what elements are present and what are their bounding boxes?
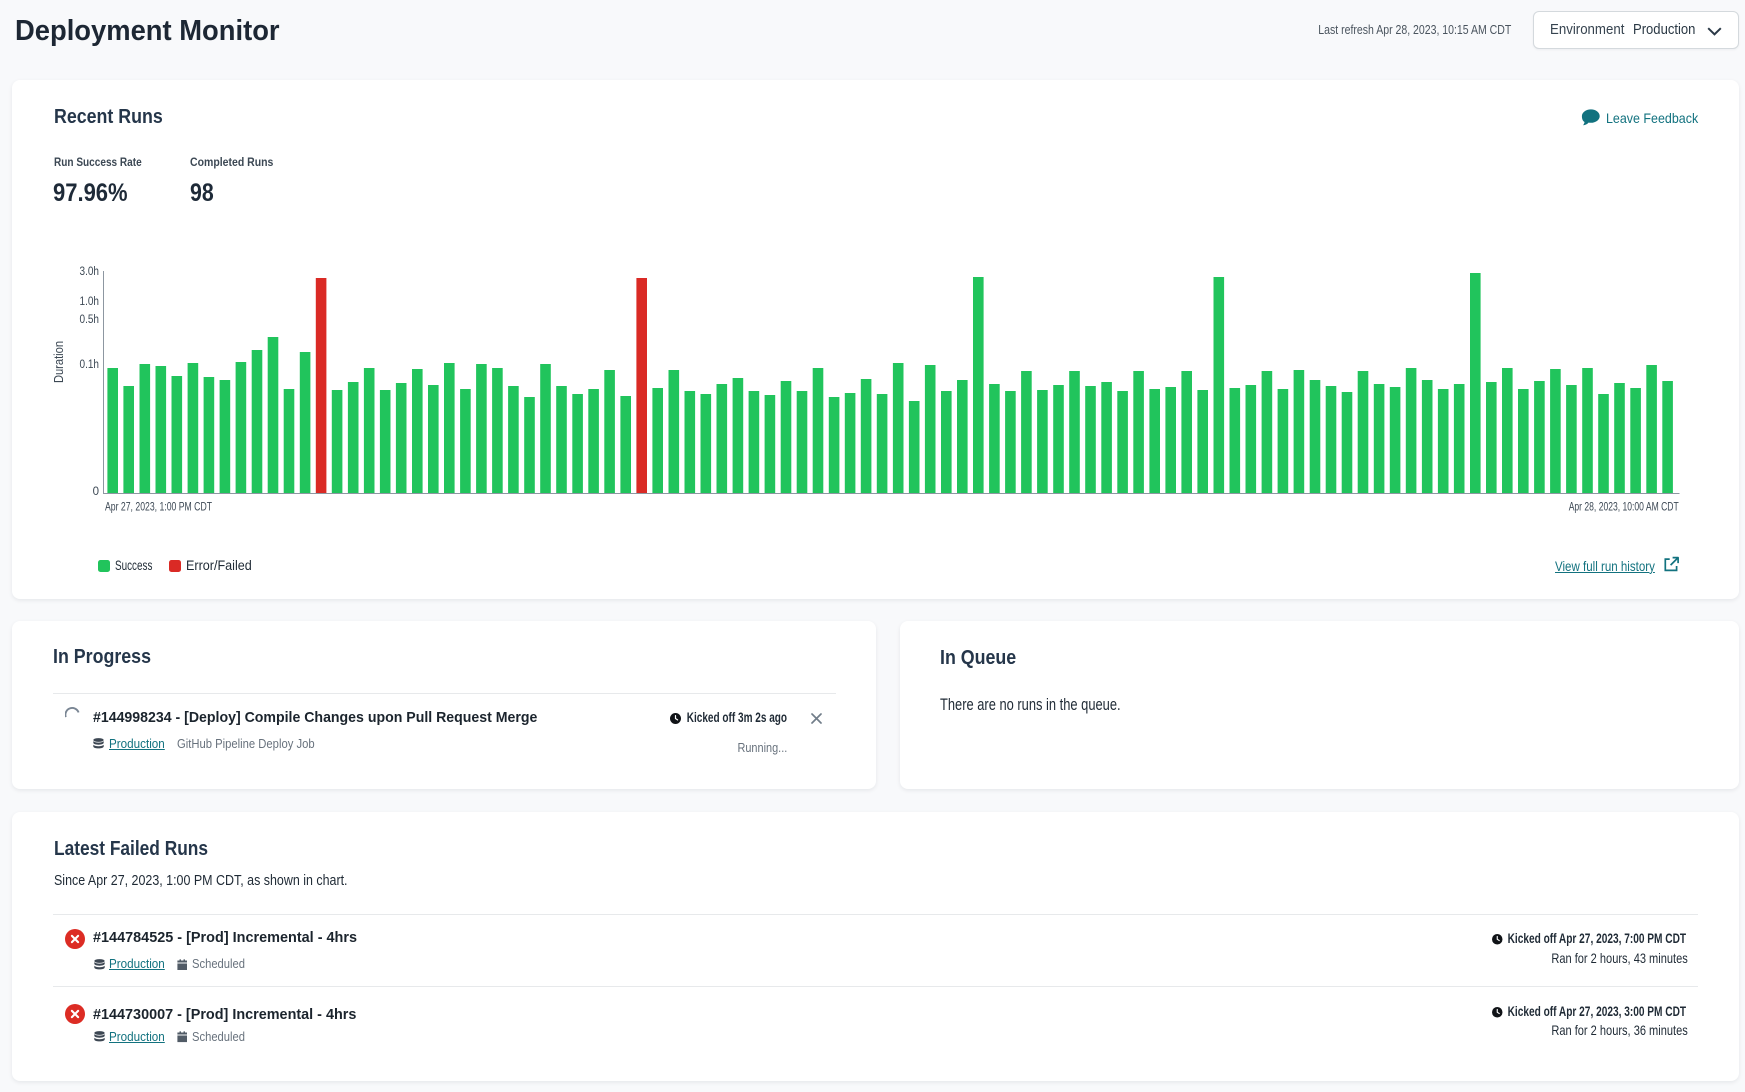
svg-text:3.0h: 3.0h (80, 266, 100, 278)
svg-text:Apr 27, 2023, 1:00 PM CDT: Apr 27, 2023, 1:00 PM CDT (105, 502, 212, 514)
svg-text:0.1h: 0.1h (80, 359, 100, 371)
svg-text:Apr 28, 2023, 10:00 AM CDT: Apr 28, 2023, 10:00 AM CDT (1569, 502, 1679, 514)
svg-text:0.5h: 0.5h (80, 314, 100, 326)
svg-text:1.0h: 1.0h (80, 296, 100, 308)
svg-text:0: 0 (93, 486, 99, 498)
svg-text:Duration: Duration (51, 341, 66, 383)
